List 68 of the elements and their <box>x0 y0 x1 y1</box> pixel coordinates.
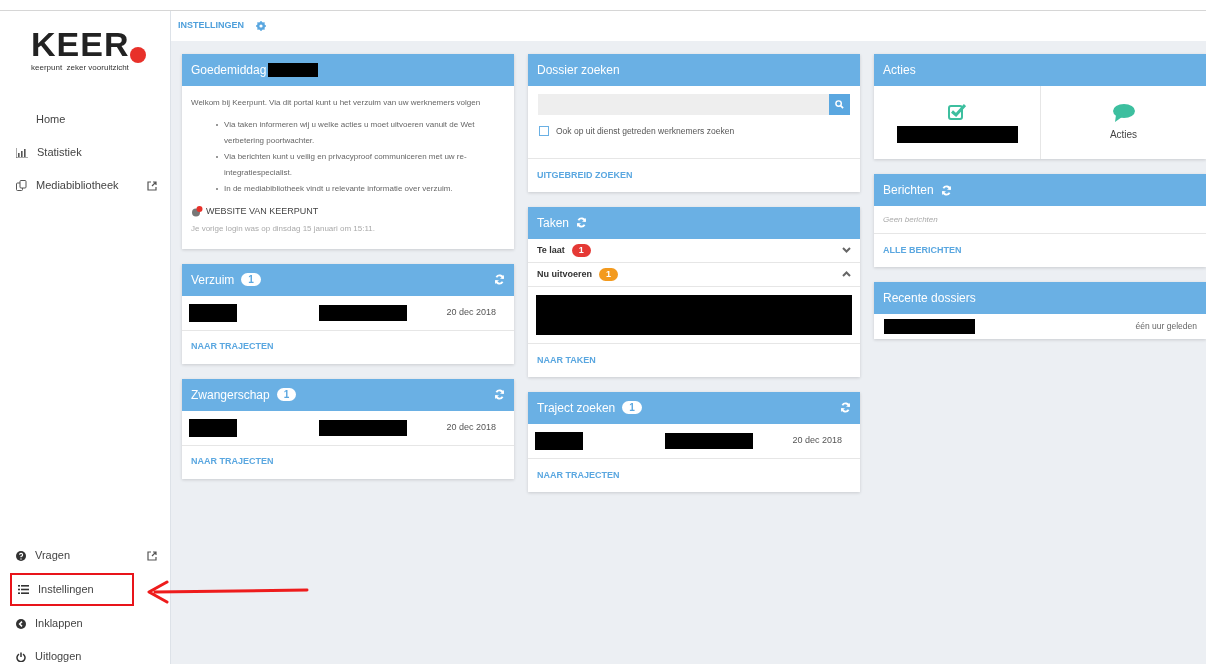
search-button[interactable] <box>829 94 850 115</box>
last-login-text: Je vorige login was op dinsdag 15 januari om 15:11. <box>191 222 376 235</box>
checkbox[interactable] <box>539 126 549 137</box>
card-title: Verzuim <box>191 271 235 289</box>
count-badge: 1 <box>622 401 642 415</box>
tile-label: Acties <box>1109 127 1138 142</box>
external-link-icon <box>147 180 157 191</box>
card-title: Traject zoeken <box>537 399 616 417</box>
redaction-bar <box>535 431 583 450</box>
date-text: 20 dec 2018 <box>446 305 496 319</box>
search-icon <box>835 100 844 109</box>
search-field[interactable] <box>538 94 850 115</box>
redaction-bar <box>189 303 237 322</box>
sidebar-item[interactable]: Instellingen <box>10 573 134 606</box>
task-group-header[interactable]: Nu uitvoeren 1 <box>528 262 860 287</box>
group-label: Nu uitvoeren <box>537 267 592 281</box>
intro-text: Welkom bij Keerpunt. Via dit portal kunt u het verzuim van uw werknemers volgen <box>191 97 482 109</box>
sidebar-item[interactable]: Mediabibliotheek <box>0 169 170 202</box>
card-title: Goedemiddag <box>191 62 267 79</box>
bar-chart-icon <box>16 147 28 158</box>
time-text: één uur geleden <box>1135 320 1197 333</box>
refresh-icon <box>576 217 588 229</box>
refresh-icon <box>494 389 505 400</box>
website-link[interactable]: WEBSITE VAN KEERPUNT <box>206 205 319 219</box>
sidebar-item[interactable]: Statistiek <box>0 136 170 169</box>
date-text: 20 dec 2018 <box>446 420 496 434</box>
bullet-text: Via taken informeren wij u welke acties u moet uitvoeren vanuit de Wet verbetering poortwachter. <box>224 119 476 147</box>
refresh-icon <box>840 402 851 414</box>
settings-icon <box>256 21 266 31</box>
checkbox-tick-icon <box>948 102 966 120</box>
question-icon <box>16 550 26 561</box>
power-icon <box>16 651 26 662</box>
redaction-bar <box>268 63 319 77</box>
group-label: Te laat <box>537 243 565 257</box>
sidebar-item[interactable]: Uitloggen <box>0 640 170 664</box>
card-title: Berichten <box>883 182 934 199</box>
empty-text: Geen berichten <box>883 213 938 226</box>
external-link-icon <box>147 550 157 561</box>
speech-bubble-icon <box>1112 103 1135 122</box>
card-title: Acties <box>883 62 916 79</box>
documents-icon <box>16 180 27 191</box>
logo-tagline: keerpunt zeker vooruitzicht <box>31 62 130 74</box>
card-title: Taken <box>537 214 570 232</box>
sidebar-item[interactable]: Vragen <box>0 539 170 572</box>
redaction-bar <box>189 418 237 437</box>
refresh-icon <box>494 274 505 285</box>
count-badge: 1 <box>571 243 591 257</box>
count-badge: 1 <box>599 267 619 281</box>
sidebar-item[interactable]: Home <box>0 103 170 136</box>
refresh-icon <box>940 184 952 196</box>
logo-dot-icon <box>130 47 147 63</box>
bullet-text: In de mediabibliotheek vindt u relevante informatie over verzuim. <box>224 183 453 195</box>
count-badge: 1 <box>276 388 297 401</box>
card-title: Zwangerschap <box>191 386 270 404</box>
list-icon <box>18 585 29 594</box>
card-title: Recente dossiers <box>883 290 976 307</box>
logo-wordmark: KEER <box>31 29 130 59</box>
globe-pin-icon <box>191 206 203 218</box>
recent-row[interactable]: één uur geleden <box>874 314 1206 339</box>
chevron-left-circle-icon <box>16 618 26 629</box>
action-tile[interactable]: Acties <box>1040 86 1206 159</box>
card-title: Dossier zoeken <box>537 62 620 79</box>
checkbox-label: Ook op uit dienst getreden werknemers zoeken <box>556 125 735 138</box>
sidebar-item[interactable]: Inklappen <box>0 607 170 640</box>
count-badge: 1 <box>241 273 261 286</box>
date-text: 20 dec 2018 <box>792 434 842 447</box>
task-group-header[interactable]: Te laat 1 <box>528 238 860 263</box>
bullet-text: Via berichten kunt u veilig en privacyproof communiceren met uw re-integratiespecialist. <box>224 151 468 179</box>
